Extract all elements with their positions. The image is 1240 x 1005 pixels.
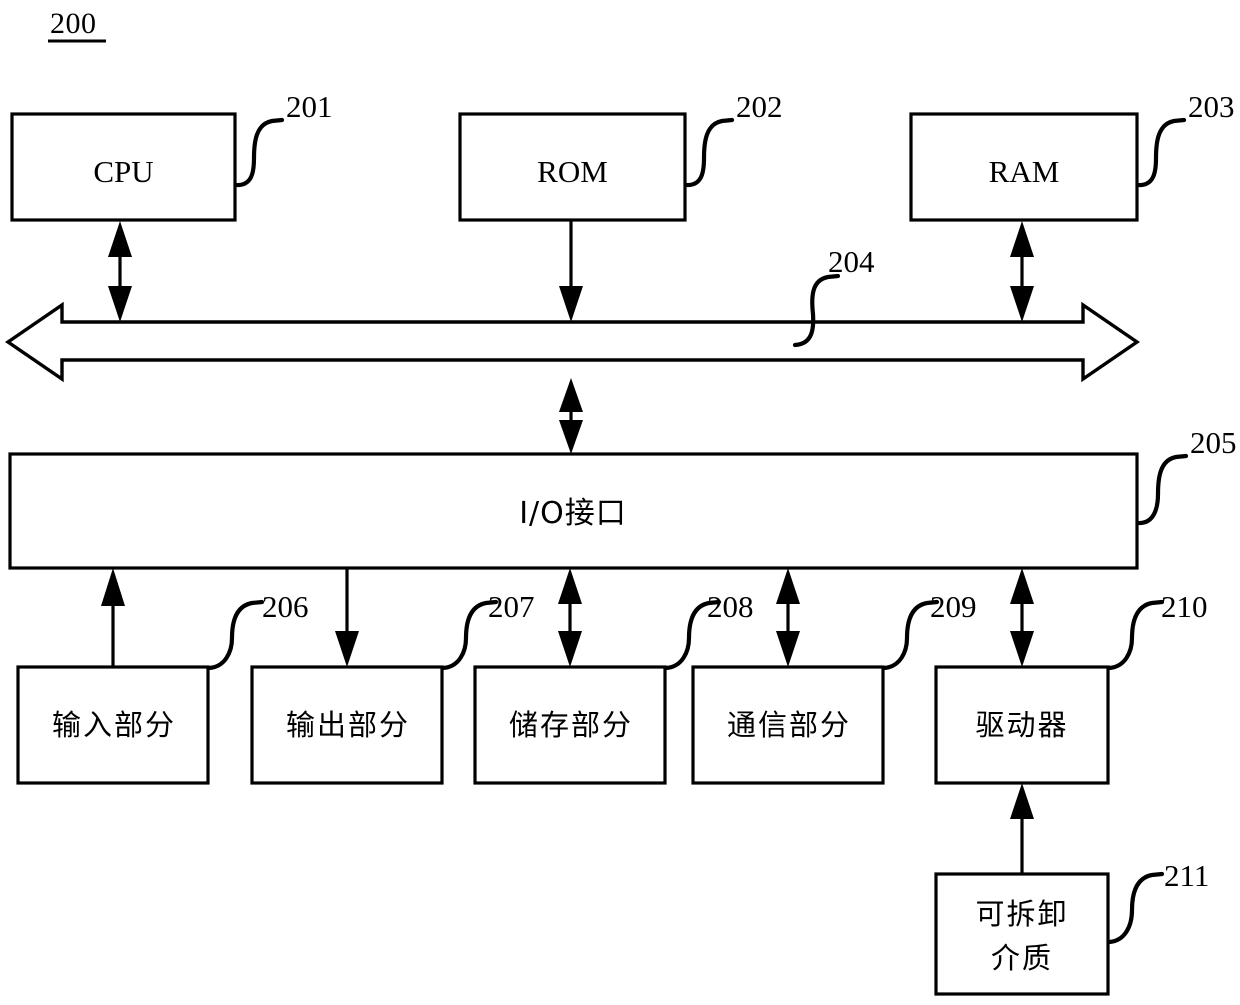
- ref-numeral-204: 204: [828, 244, 875, 279]
- block-comm: 通信部分: [691, 665, 885, 785]
- leader-207: 207: [440, 589, 535, 671]
- connector-io-driver: [1010, 568, 1034, 667]
- arrowhead-up-ram: [1010, 221, 1034, 257]
- leader-201: 201: [233, 89, 333, 188]
- block-storage-label: 储存部分: [509, 708, 633, 742]
- leader-line-210: [1106, 599, 1165, 671]
- connector-rom-bus: [559, 221, 583, 322]
- block-removable-media-label-line2: 介质: [991, 941, 1053, 975]
- arrowhead-up-io: [559, 378, 583, 412]
- figure-number-group: 200: [48, 7, 106, 43]
- patent-figure-diagram: 200 CPU ROM RAM 201 202 203 204 I/O接口 20…: [0, 0, 1240, 1005]
- connector-input-io: [101, 568, 125, 667]
- connector-io-storage: [558, 568, 582, 667]
- leader-line-203: [1135, 117, 1187, 188]
- leader-202: 202: [683, 89, 783, 188]
- arrowhead-up-storage: [558, 568, 582, 604]
- block-storage: 储存部分: [473, 665, 667, 785]
- block-ram: RAM: [909, 112, 1139, 222]
- connector-removable-driver: [1010, 783, 1034, 874]
- connector-bus-io: [559, 378, 583, 454]
- connector-io-output: [335, 568, 359, 667]
- block-io-interface: I/O接口: [8, 452, 1139, 570]
- connector-io-comm: [776, 568, 800, 667]
- arrowhead-down-comm: [776, 631, 800, 667]
- ref-numeral-202: 202: [736, 89, 783, 124]
- block-ram-label: RAM: [989, 154, 1060, 189]
- block-rom: ROM: [458, 112, 687, 222]
- arrowhead-up-input: [101, 568, 125, 606]
- arrowhead-down-output: [335, 631, 359, 667]
- block-cpu-label: CPU: [93, 154, 153, 189]
- block-driver: 驱动器: [934, 665, 1110, 785]
- ref-numeral-210: 210: [1161, 589, 1208, 624]
- block-comm-label: 通信部分: [727, 708, 851, 742]
- arrowhead-down-storage: [558, 631, 582, 667]
- leader-line-205: [1135, 453, 1189, 526]
- block-removable-media-rect: [934, 872, 1110, 996]
- arrowhead-down-ram: [1010, 286, 1034, 322]
- arrowhead-up-removable: [1010, 783, 1034, 819]
- ref-numeral-205: 205: [1190, 425, 1237, 460]
- leader-206: 206: [206, 589, 309, 671]
- arrowhead-down-cpu: [108, 286, 132, 322]
- block-cpu: CPU: [10, 112, 237, 222]
- leader-line-201: [233, 117, 285, 188]
- leader-line-206: [206, 599, 265, 671]
- leader-203: 203: [1135, 89, 1235, 188]
- block-output: 输出部分: [250, 665, 444, 785]
- leader-line-211: [1106, 871, 1165, 945]
- ref-numeral-209: 209: [930, 589, 977, 624]
- ref-numeral-208: 208: [707, 589, 754, 624]
- arrowhead-up-cpu: [108, 221, 132, 257]
- ref-numeral-206: 206: [262, 589, 309, 624]
- leader-210: 210: [1106, 589, 1208, 671]
- figure-number: 200: [50, 7, 97, 40]
- arrowhead-up-driver: [1010, 568, 1034, 604]
- block-input: 输入部分: [16, 665, 210, 785]
- arrowhead-down-rom: [559, 286, 583, 322]
- block-driver-label: 驱动器: [975, 708, 1068, 742]
- block-rom-label: ROM: [537, 154, 608, 189]
- connector-ram-bus: [1010, 221, 1034, 322]
- block-removable-media-label-line1: 可拆卸: [975, 897, 1068, 931]
- ref-numeral-207: 207: [488, 589, 535, 624]
- ref-numeral-201: 201: [286, 89, 333, 124]
- leader-211: 211: [1106, 858, 1209, 945]
- block-input-label: 输入部分: [52, 708, 176, 742]
- block-output-label: 输出部分: [286, 708, 410, 742]
- ref-numeral-211: 211: [1164, 858, 1209, 893]
- leader-205: 205: [1135, 425, 1237, 526]
- leader-209: 209: [881, 589, 977, 671]
- block-io-interface-label: I/O接口: [519, 496, 627, 531]
- connector-cpu-bus: [108, 221, 132, 322]
- figure-canvas: 200 CPU ROM RAM 201 202 203 204 I/O接口 20…: [4, 7, 1237, 996]
- arrowhead-down-driver: [1010, 631, 1034, 667]
- leader-208: 208: [663, 589, 754, 671]
- block-removable-media: 可拆卸 介质: [934, 872, 1110, 996]
- arrowhead-up-comm: [776, 568, 800, 604]
- leader-line-202: [683, 117, 735, 188]
- arrowhead-down-io: [559, 420, 583, 454]
- ref-numeral-203: 203: [1188, 89, 1235, 124]
